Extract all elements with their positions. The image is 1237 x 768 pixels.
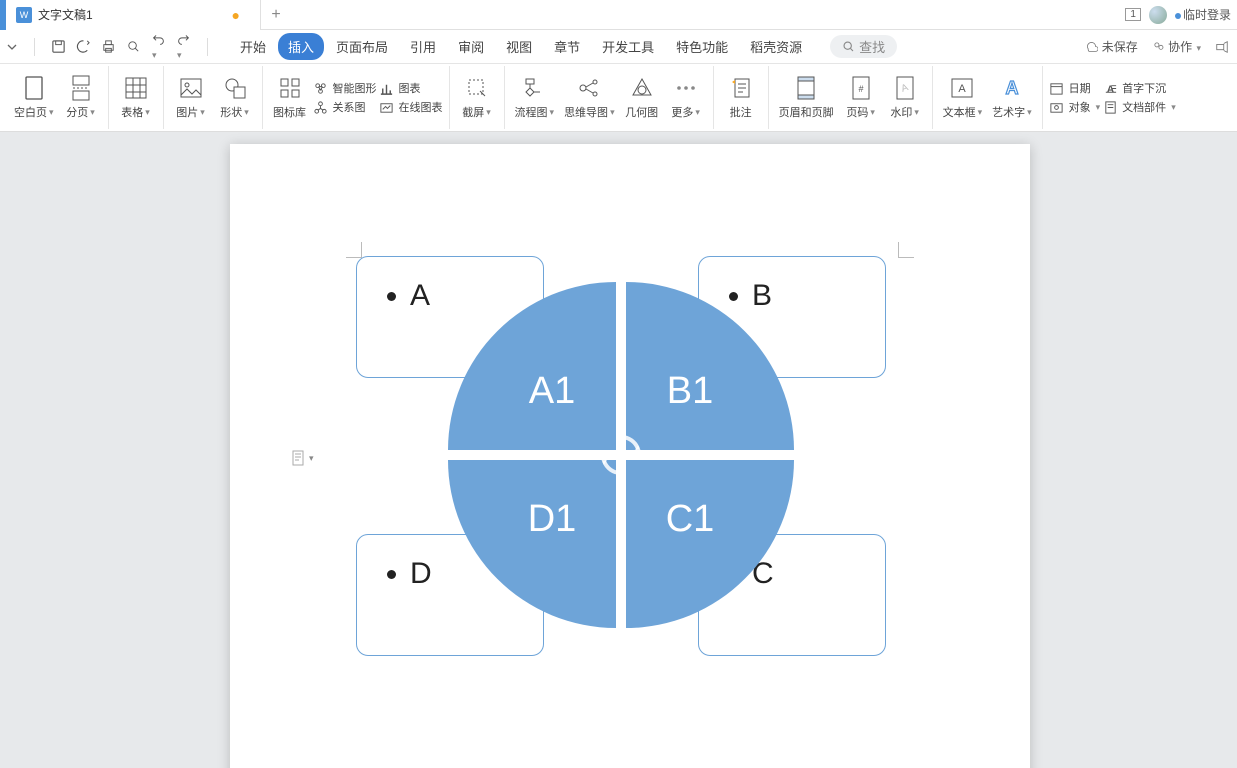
print-icon[interactable]	[101, 39, 116, 54]
more-button[interactable]: 更多▾	[665, 73, 707, 122]
smartart-label: D	[410, 557, 432, 591]
smartart-cycle-matrix[interactable]: A B C D A1 B1 C1 D1	[356, 256, 886, 656]
titlebar: W 文字文稿1 ● + 1 临时登录	[0, 0, 1237, 30]
smartart-button[interactable]: 智能图形	[313, 80, 377, 96]
search-placeholder: 查找	[859, 37, 885, 56]
collab-button[interactable]: 协作 ▾	[1152, 38, 1201, 55]
save-icon[interactable]	[51, 39, 66, 54]
unsaved-dot-icon: ●	[232, 7, 240, 23]
svg-text:#: #	[858, 84, 863, 94]
menubar: ▾ ▾ 开始 插入 页面布局 引用 审阅 视图 章节 开发工具 特色功能 稻壳资…	[0, 30, 1237, 64]
smartart-quad-c1[interactable]: C1	[626, 460, 794, 628]
menubar-right: 未保存 协作 ▾	[1085, 38, 1229, 55]
canvas[interactable]: ▾ A B C D A1 B1 C1 D1	[0, 132, 1237, 768]
word-doc-icon: W	[16, 7, 32, 23]
wordart-button[interactable]: A艺术字▾	[988, 73, 1036, 122]
document-title: 文字文稿1	[38, 6, 93, 23]
datetime-button[interactable]: 日期	[1049, 80, 1101, 96]
tab-references[interactable]: 引用	[400, 33, 446, 60]
tab-layout[interactable]: 页面布局	[326, 33, 398, 60]
textbox-button[interactable]: A文本框▾	[939, 73, 987, 122]
svg-text:A: A	[959, 83, 967, 95]
window-count-badge[interactable]: 1	[1125, 8, 1141, 21]
header-footer-button[interactable]: 页眉和页脚	[775, 73, 838, 122]
geometry-button[interactable]: 几何图	[621, 73, 663, 122]
smartart-label: A	[410, 279, 430, 313]
tab-developer[interactable]: 开发工具	[592, 33, 664, 60]
titlebar-right: 1 临时登录	[1125, 6, 1231, 24]
chart-button[interactable]: 图表	[379, 80, 443, 96]
watermark-button[interactable]: A水印▾	[884, 73, 926, 122]
document-tab[interactable]: W 文字文稿1 ●	[6, 0, 261, 30]
document-page[interactable]: ▾ A B C D A1 B1 C1 D1	[230, 144, 1030, 768]
new-tab-button[interactable]: +	[261, 6, 291, 24]
smartart-label: A1	[529, 370, 575, 413]
tab-home[interactable]: 开始	[230, 33, 276, 60]
smartart-label: D1	[528, 498, 577, 541]
login-status[interactable]: 临时登录	[1175, 6, 1231, 23]
bullet-icon	[387, 292, 396, 301]
screenshot-button[interactable]: 截屏▾	[456, 73, 498, 122]
undo-button[interactable]: ▾	[151, 33, 166, 61]
mindmap-button[interactable]: 思维导图▾	[560, 73, 619, 122]
tab-sections[interactable]: 章节	[544, 33, 590, 60]
object-button[interactable]: 对象▾	[1049, 99, 1101, 115]
preview-icon[interactable]	[126, 39, 141, 54]
smartart-quad-a1[interactable]: A1	[448, 282, 616, 450]
tab-view[interactable]: 视图	[496, 33, 542, 60]
blank-page-button[interactable]: 空白页▾	[10, 73, 58, 122]
comment-button[interactable]: 批注	[720, 73, 762, 122]
avatar[interactable]	[1149, 6, 1167, 24]
document-tabs: W 文字文稿1 ● +	[0, 0, 291, 29]
paragraph-options-button[interactable]: ▾	[292, 450, 314, 466]
svg-text:A: A	[899, 82, 909, 95]
smartart-label: B1	[667, 370, 713, 413]
page-break-button[interactable]: 分页▾	[60, 73, 102, 122]
dropcap-button[interactable]: A首字下沉	[1102, 80, 1176, 96]
tab-docer[interactable]: 稻壳资源	[740, 33, 812, 60]
shape-button[interactable]: 形状▾	[214, 73, 256, 122]
page-number-button[interactable]: #页码▾	[840, 73, 882, 122]
tab-features[interactable]: 特色功能	[666, 33, 738, 60]
smartart-label: C1	[666, 498, 715, 541]
menu-dropdown-icon[interactable]	[6, 41, 18, 53]
tab-insert[interactable]: 插入	[278, 33, 324, 60]
picture-button[interactable]: 图片▾	[170, 73, 212, 122]
margin-marker-icon	[898, 242, 914, 258]
smartart-circle: A1 B1 C1 D1	[448, 282, 794, 628]
ribbon: 空白页▾ 分页▾ 表格▾ 图片▾ 形状▾ 图标库 智能图形 关系图 图表 在线图…	[0, 64, 1237, 132]
flowchart-button[interactable]: 流程图▾	[511, 73, 559, 122]
redo-button[interactable]: ▾	[176, 33, 191, 61]
search-box[interactable]: 查找	[830, 35, 897, 58]
bullet-icon	[387, 570, 396, 579]
smartart-quad-d1[interactable]: D1	[448, 460, 616, 628]
tab-review[interactable]: 审阅	[448, 33, 494, 60]
svg-text:A: A	[1005, 78, 1018, 98]
table-button[interactable]: 表格▾	[115, 73, 157, 122]
share-icon[interactable]	[1215, 40, 1229, 54]
online-chart-button[interactable]: 在线图表	[379, 99, 443, 115]
search-icon	[842, 40, 855, 53]
unsaved-status[interactable]: 未保存	[1085, 38, 1137, 55]
quick-access-toolbar: ▾ ▾	[6, 33, 214, 61]
cycle-arrows-icon	[593, 427, 649, 483]
relation-button[interactable]: 关系图	[313, 99, 377, 115]
smartart-quad-b1[interactable]: B1	[626, 282, 794, 450]
doc-parts-button[interactable]: 文档部件▾	[1102, 99, 1176, 115]
print-preview-icon[interactable]	[76, 39, 91, 54]
ribbon-tabs: 开始 插入 页面布局 引用 审阅 视图 章节 开发工具 特色功能 稻壳资源	[230, 33, 812, 60]
icon-library-button[interactable]: 图标库	[269, 73, 311, 122]
